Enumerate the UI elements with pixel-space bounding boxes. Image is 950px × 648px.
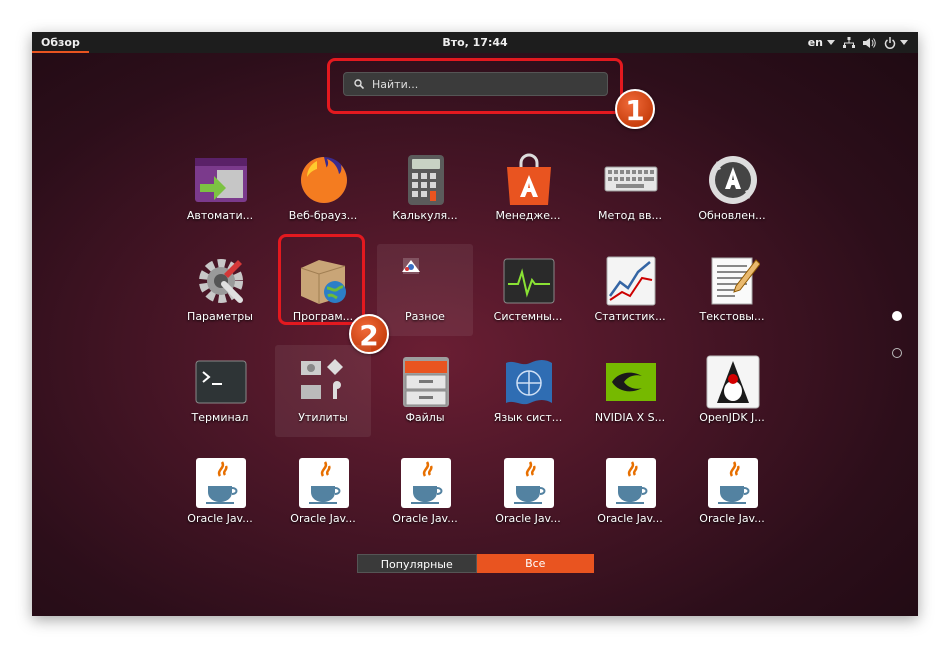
files-icon [403, 357, 449, 407]
step-marker-1: 1 [615, 89, 655, 129]
page-indicator-2[interactable] [892, 348, 902, 358]
tab-all[interactable]: Все [476, 554, 594, 573]
app-settings[interactable]: Параметры [172, 244, 268, 336]
software-properties-highlight-box [278, 234, 365, 325]
volume-icon[interactable] [863, 37, 876, 49]
search-highlight-box [327, 58, 623, 114]
app-folder-utilities[interactable]: Утилиты [275, 345, 371, 437]
app-label: Oracle Jav... [392, 512, 458, 525]
app-language-support[interactable]: Язык сист... [480, 345, 576, 437]
app-oracle-java[interactable]: Oracle Jav... [684, 446, 780, 538]
software-updater-icon [709, 156, 757, 204]
app-label: Калькуля... [392, 209, 458, 222]
app-label: Метод вв... [598, 209, 662, 222]
app-oracle-java[interactable]: Oracle Jav... [480, 446, 576, 538]
app-system-monitor[interactable]: Системны... [480, 244, 576, 336]
app-label: Системны... [493, 310, 563, 323]
java-icon [299, 458, 349, 508]
app-calculator[interactable]: Калькуля... [377, 143, 473, 235]
firefox-icon [301, 157, 347, 203]
system-tray: en [808, 32, 908, 53]
app-label: NVIDIA X S... [594, 411, 666, 424]
app-oracle-java[interactable]: Oracle Jav... [582, 446, 678, 538]
java-icon [708, 458, 758, 508]
power-icon [884, 36, 896, 49]
calculator-icon [408, 155, 444, 205]
app-oracle-java[interactable]: Oracle Jav... [377, 446, 473, 538]
power-statistics-icon [606, 256, 656, 306]
system-monitor-icon [503, 258, 555, 304]
app-label: Файлы [405, 411, 445, 424]
settings-switcher-icon [195, 158, 247, 202]
network-icon[interactable] [843, 36, 855, 49]
software-center-icon [507, 153, 551, 205]
app-label: Утилиты [298, 411, 348, 424]
tab-frequent[interactable]: Популярные [357, 554, 477, 573]
app-nvidia-settings[interactable]: NVIDIA X S... [582, 345, 678, 437]
app-oracle-java[interactable]: Oracle Jav... [172, 446, 268, 538]
app-power-statistics[interactable]: Статистик... [582, 244, 678, 336]
app-label: Терминал [191, 411, 249, 424]
app-openjdk[interactable]: OpenJDK J... [684, 345, 780, 437]
app-label: Текстовы... [699, 310, 765, 323]
app-software-updater[interactable]: Обновлен... [684, 143, 780, 235]
app-folder-misc[interactable]: Разное [377, 244, 473, 336]
language-label: en [807, 36, 823, 49]
app-oracle-java[interactable]: Oracle Jav... [275, 446, 371, 538]
app-label: Веб-брауз... [288, 209, 358, 222]
language-indicator[interactable]: en [808, 36, 835, 49]
activities-button[interactable]: Обзор [32, 32, 89, 53]
text-editor-icon [711, 257, 760, 305]
folder-utilities-icon [301, 359, 343, 399]
app-label: Oracle Jav... [495, 512, 561, 525]
settings-gear-icon [199, 259, 243, 303]
app-terminal[interactable]: Терминал [172, 345, 268, 437]
language-support-icon [506, 360, 552, 405]
app-label: OpenJDK J... [699, 411, 765, 424]
desktop-overview: Обзор Вто, 17:44 en 1 Автомати... Веб-бр… [32, 32, 918, 616]
java-icon [401, 458, 451, 508]
nvidia-icon [606, 363, 656, 401]
app-label: Oracle Jav... [699, 512, 765, 525]
terminal-icon [195, 360, 247, 404]
app-software-manager[interactable]: Менедже... [480, 143, 576, 235]
java-icon [504, 458, 554, 508]
chevron-down-icon [900, 40, 908, 45]
view-switcher: Популярные Все [357, 554, 594, 573]
app-label: Параметры [187, 310, 253, 323]
app-label: Статистик... [594, 310, 666, 323]
power-menu[interactable] [884, 36, 908, 49]
chevron-down-icon [827, 40, 835, 45]
app-input-method[interactable]: Метод вв... [582, 143, 678, 235]
app-label: Oracle Jav... [597, 512, 663, 525]
folder-misc-icon [402, 258, 420, 274]
page-indicator-1[interactable] [892, 311, 902, 321]
app-web-browser[interactable]: Веб-брауз... [275, 143, 371, 235]
app-label: Разное [405, 310, 445, 323]
app-label: Язык сист... [493, 411, 563, 424]
app-text-editor[interactable]: Текстовы... [684, 244, 780, 336]
keyboard-icon [604, 166, 658, 192]
java-icon [196, 458, 246, 508]
app-label: Автомати... [186, 209, 254, 222]
top-bar: Обзор Вто, 17:44 en [32, 32, 918, 53]
openjdk-icon [706, 355, 760, 409]
app-label: Oracle Jav... [290, 512, 356, 525]
java-icon [606, 458, 656, 508]
clock[interactable]: Вто, 17:44 [442, 36, 507, 49]
app-label: Oracle Jav... [187, 512, 253, 525]
app-label: Менедже... [495, 209, 561, 222]
app-files[interactable]: Файлы [377, 345, 473, 437]
app-label: Обновлен... [698, 209, 766, 222]
app-autostart[interactable]: Автомати... [172, 143, 268, 235]
